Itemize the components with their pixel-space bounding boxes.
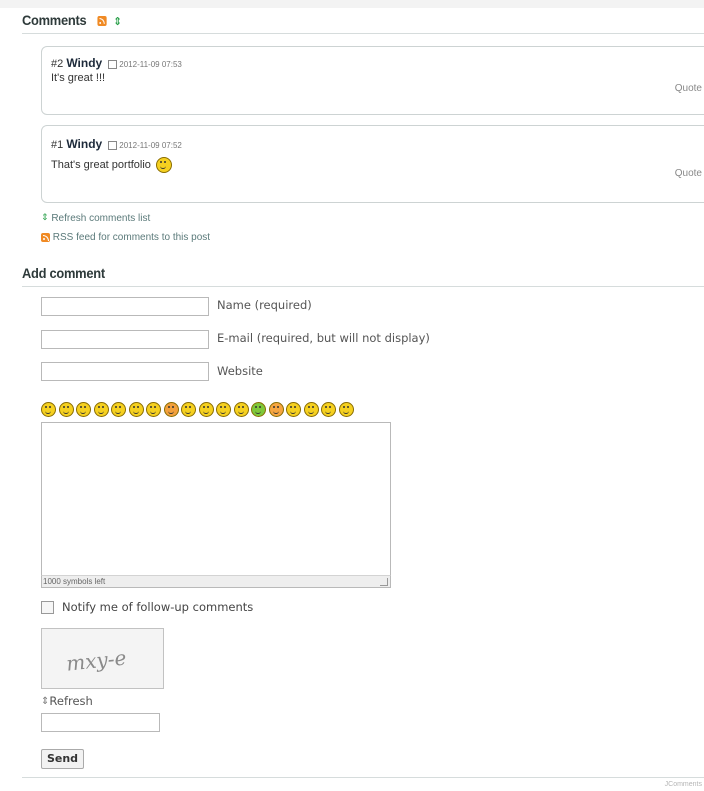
happy-smiley-icon[interactable] <box>321 402 336 417</box>
smile-smiley-icon[interactable] <box>76 402 91 417</box>
captcha-refresh-label: Refresh <box>49 694 93 708</box>
comment-text-row: That's great portfolio <box>51 157 172 173</box>
comments-divider <box>22 33 704 34</box>
worried-smiley-icon[interactable] <box>198 402 214 417</box>
rss-feed-link[interactable]: RSS feed for comments to this post <box>41 232 210 243</box>
symbols-left-counter: 1000 symbols left <box>43 577 106 586</box>
captcha-image: mxy-e <box>41 628 164 689</box>
smile-smiley-icon[interactable] <box>128 402 144 417</box>
comment-author: Windy <box>66 137 103 151</box>
website-label: Website <box>217 364 263 378</box>
sleepy-smiley-icon[interactable] <box>216 402 231 417</box>
captcha-input[interactable] <box>41 713 160 732</box>
shocked-smiley-icon[interactable] <box>163 402 179 417</box>
tongue-smiley-icon[interactable] <box>303 402 319 417</box>
comment-text: It's great !!! <box>51 72 106 84</box>
top-strip <box>0 0 704 8</box>
textarea-footer: 1000 symbols left <box>41 575 391 588</box>
website-input[interactable] <box>41 362 209 381</box>
comment-item: #2 Windy 2012-11-09 07:53 It's great !!!… <box>41 46 704 115</box>
smiley-toolbar <box>41 402 354 418</box>
quote-button[interactable]: Quote <box>675 83 702 94</box>
refresh-icon: ⇕ <box>41 213 49 224</box>
asleep-smiley-icon[interactable] <box>286 402 301 417</box>
comment-text: That's great portfolio <box>51 158 151 171</box>
comment-item: #1 Windy 2012-11-09 07:52 That's great p… <box>41 125 704 203</box>
notify-label: Notify me of follow-up comments <box>62 600 254 614</box>
add-comment-divider <box>22 286 704 287</box>
comment-header: #2 Windy 2012-11-09 07:53 <box>51 56 182 70</box>
confused-smiley-icon[interactable] <box>146 402 161 417</box>
calendar-icon <box>108 140 118 150</box>
captcha-refresh-link[interactable]: ⇕Refresh <box>41 694 93 708</box>
refresh-comments-label: Refresh comments list <box>51 213 151 224</box>
comments-title: Comments ⇕ <box>22 12 122 28</box>
email-input[interactable] <box>41 330 209 349</box>
calendar-icon <box>108 59 118 69</box>
notify-checkbox[interactable] <box>41 601 54 614</box>
rss-icon <box>41 232 50 242</box>
captcha-text: mxy-e <box>65 646 127 676</box>
quote-button[interactable]: Quote <box>675 168 702 179</box>
comment-author: Windy <box>66 56 103 70</box>
resize-grip-icon[interactable] <box>380 578 388 586</box>
comments-title-text: Comments <box>22 12 87 28</box>
refresh-comments-link[interactable]: ⇕ Refresh comments list <box>41 213 150 224</box>
name-label: Name (required) <box>217 298 312 312</box>
email-label: E-mail (required, but will not display) <box>217 331 430 345</box>
cool-smiley-icon[interactable] <box>111 402 126 417</box>
grin-smiley-icon <box>156 157 172 173</box>
captcha-graphic: mxy-e <box>65 646 127 676</box>
refresh-icon[interactable]: ⇕ <box>113 15 121 28</box>
angry-smiley-icon[interactable] <box>268 402 284 417</box>
comment-number: #2 <box>51 58 64 70</box>
surprised-smiley-icon[interactable] <box>233 402 249 417</box>
comment-header: #1 Windy 2012-11-09 07:52 <box>51 137 182 151</box>
add-comment-title: Add comment <box>22 265 105 281</box>
sad-smiley-icon[interactable] <box>181 402 196 417</box>
rss-feed-label: RSS feed for comments to this post <box>52 232 211 243</box>
comment-date: 2012-11-09 07:52 <box>119 141 182 150</box>
rss-icon[interactable] <box>97 16 107 27</box>
grin-smiley-icon[interactable] <box>58 402 74 417</box>
wondering-smiley-icon[interactable] <box>338 402 354 417</box>
send-button[interactable]: Send <box>41 749 84 769</box>
comment-number: #1 <box>51 139 64 151</box>
jcomments-credit: JComments <box>664 781 702 788</box>
footer-divider <box>22 777 704 778</box>
sick-smiley-icon[interactable] <box>251 402 266 417</box>
laugh-smiley-icon[interactable] <box>41 402 56 417</box>
wink-smiley-icon[interactable] <box>93 402 109 417</box>
comment-date: 2012-11-09 07:53 <box>119 60 182 69</box>
name-input[interactable] <box>41 297 209 316</box>
comment-textarea[interactable] <box>41 422 391 588</box>
